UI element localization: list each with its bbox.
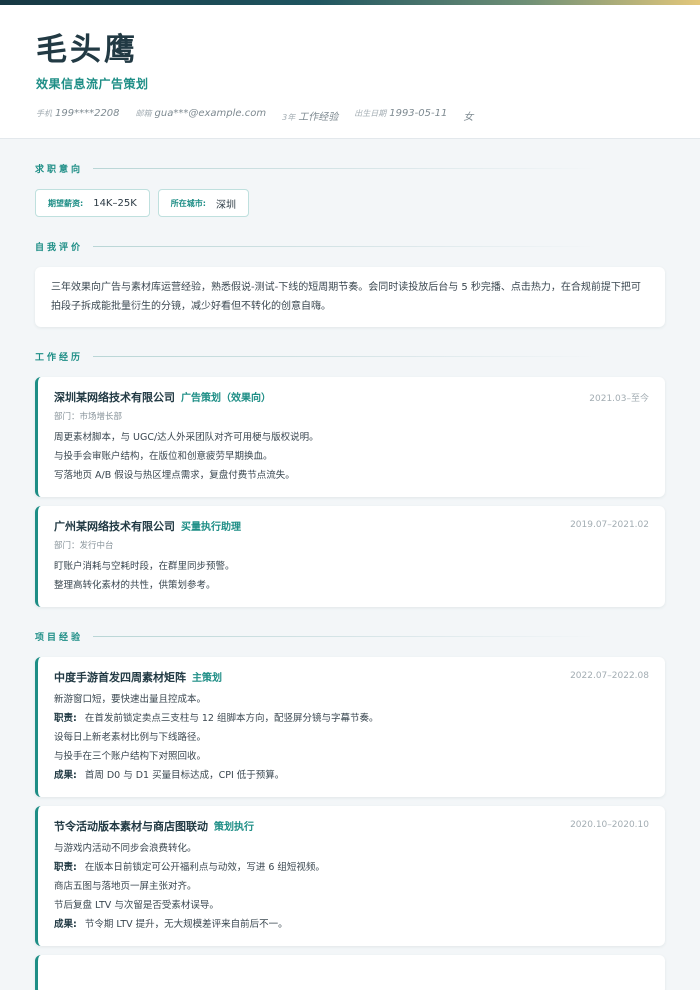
project-role: 主策划	[192, 673, 222, 684]
section-title: 自我评价	[35, 242, 84, 253]
contact-meta: 手机 199****2208 邮箱 gua***@example.com 3年 工作经…	[36, 108, 664, 123]
meta-phone: 手机 199****2208	[36, 108, 120, 119]
city-value: 深圳	[215, 199, 236, 211]
company-name: 广州某网络技术有限公司	[54, 520, 175, 533]
project-result: 成果: 首周 D0 与 D1 买量目标达成，CPI 低于预算。	[54, 770, 285, 781]
project-line: 设每日上新老素材比例与下线路径。	[54, 732, 207, 743]
section-divider	[93, 635, 599, 637]
project-entry: 中度手游首发四周素材矩阵 主策划 2022.07–2022.08 新游窗口短，要…	[35, 657, 665, 797]
work-line: 写落地页 A/B 假设与热区埋点需求，复盘付费节点流失。	[54, 470, 295, 481]
section-work-heading: 工作经历	[35, 346, 665, 366]
intent-chips: 期望薪资: 14K–25K 所在城市: 深圳	[35, 189, 665, 217]
department: 部门：发行中台	[54, 541, 114, 551]
project-role: 策划执行	[214, 822, 254, 833]
summary-card: 三年效果向广告与素材库运营经验，熟悉假说-测试-下线的短周期节奏。会同时读投放后…	[35, 267, 665, 327]
job-role: 买量执行助理	[181, 522, 241, 533]
duty-label: 职责:	[54, 862, 77, 873]
project-intro: 与游戏内活动不同步会浪费转化。	[54, 843, 197, 854]
project-entry: 节令活动版本素材与商店图联动 策划执行 2020.10–2020.10 与游戏内…	[35, 806, 665, 946]
project-line: 节后复盘 LTV 与次留是否受素材误导。	[54, 900, 219, 911]
salary-value: 14K–25K	[93, 197, 137, 209]
project-name: 节令活动版本素材与商店图联动	[54, 820, 208, 833]
candidate-title: 效果信息流广告策划	[36, 77, 149, 91]
department: 部门：市场增长部	[54, 412, 123, 422]
meta-birthdate: 出生日期 1993-05-11	[354, 108, 448, 119]
section-title: 项目经验	[35, 632, 84, 643]
project-duty: 职责: 在版本日前锁定可公开福利点与动效，写进 6 组短视频。	[54, 862, 325, 873]
project-result: 成果: 节令期 LTV 提升，无大规模差评来自前后不一。	[54, 919, 288, 930]
salary-label: 期望薪资:	[48, 198, 84, 208]
candidate-name: 毛头鹰	[36, 32, 138, 68]
section-summary-heading: 自我评价	[35, 236, 665, 256]
meta-gender: 女	[463, 112, 474, 123]
resume-header: 毛头鹰 效果信息流广告策划 手机 199****2208 邮箱 gua***@exa…	[0, 5, 700, 139]
job-role: 广告策划（效果向）	[181, 393, 271, 404]
project-name: 中度手游首发四周素材矩阵	[54, 671, 186, 684]
result-label: 成果:	[54, 919, 77, 930]
project-line: 与投手在三个账户结构下对照回收。	[54, 751, 207, 762]
section-divider	[93, 167, 599, 169]
section-divider	[93, 245, 599, 247]
work-line: 整理高转化素材的共性，供策划参考。	[54, 580, 216, 591]
work-entry: 深圳某网络技术有限公司 广告策划（效果向） 2021.03–至今 部门：市场增长…	[35, 377, 665, 497]
resume-body: 求职意向 期望薪资: 14K–25K 所在城市: 深圳 自我评价 三年效果向广告…	[0, 158, 700, 990]
section-title: 工作经历	[35, 352, 84, 363]
section-projects-heading: 项目经验	[35, 626, 665, 646]
city-label: 所在城市:	[170, 198, 206, 208]
project-period: 2022.07–2022.08	[570, 671, 649, 681]
meta-experience: 3年 工作经验	[282, 112, 339, 123]
work-period: 2021.03–至今	[589, 394, 649, 404]
meta-email: 邮箱 gua***@example.com	[135, 108, 267, 119]
project-line: 商店五图与落地页一屏主张对齐。	[54, 881, 197, 892]
project-entry-partial	[35, 955, 665, 990]
project-intro: 新游窗口短，要快速出量且控成本。	[54, 694, 207, 705]
work-line: 周更素材脚本，与 UGC/达人外采团队对齐可用梗与版权说明。	[54, 432, 319, 443]
project-duty: 职责: 在首发前锁定卖点三支柱与 12 组脚本方向，配竖屏分镜与字幕节奏。	[54, 713, 379, 724]
work-line: 与投手会审账户结构，在版位和创意疲劳早期换血。	[54, 451, 273, 462]
city-chip: 所在城市: 深圳	[157, 189, 249, 217]
section-divider	[93, 355, 599, 357]
work-line: 盯账户消耗与空耗时段，在群里同步预警。	[54, 561, 235, 572]
salary-chip: 期望薪资: 14K–25K	[35, 189, 150, 217]
duty-label: 职责:	[54, 713, 77, 724]
company-name: 深圳某网络技术有限公司	[54, 391, 175, 404]
work-entry: 广州某网络技术有限公司 买量执行助理 2019.07–2021.02 部门：发行…	[35, 506, 665, 607]
section-intent-heading: 求职意向	[35, 158, 665, 178]
work-period: 2019.07–2021.02	[570, 520, 649, 530]
project-period: 2020.10–2020.10	[570, 820, 649, 830]
section-title: 求职意向	[35, 164, 84, 175]
result-label: 成果:	[54, 770, 77, 781]
